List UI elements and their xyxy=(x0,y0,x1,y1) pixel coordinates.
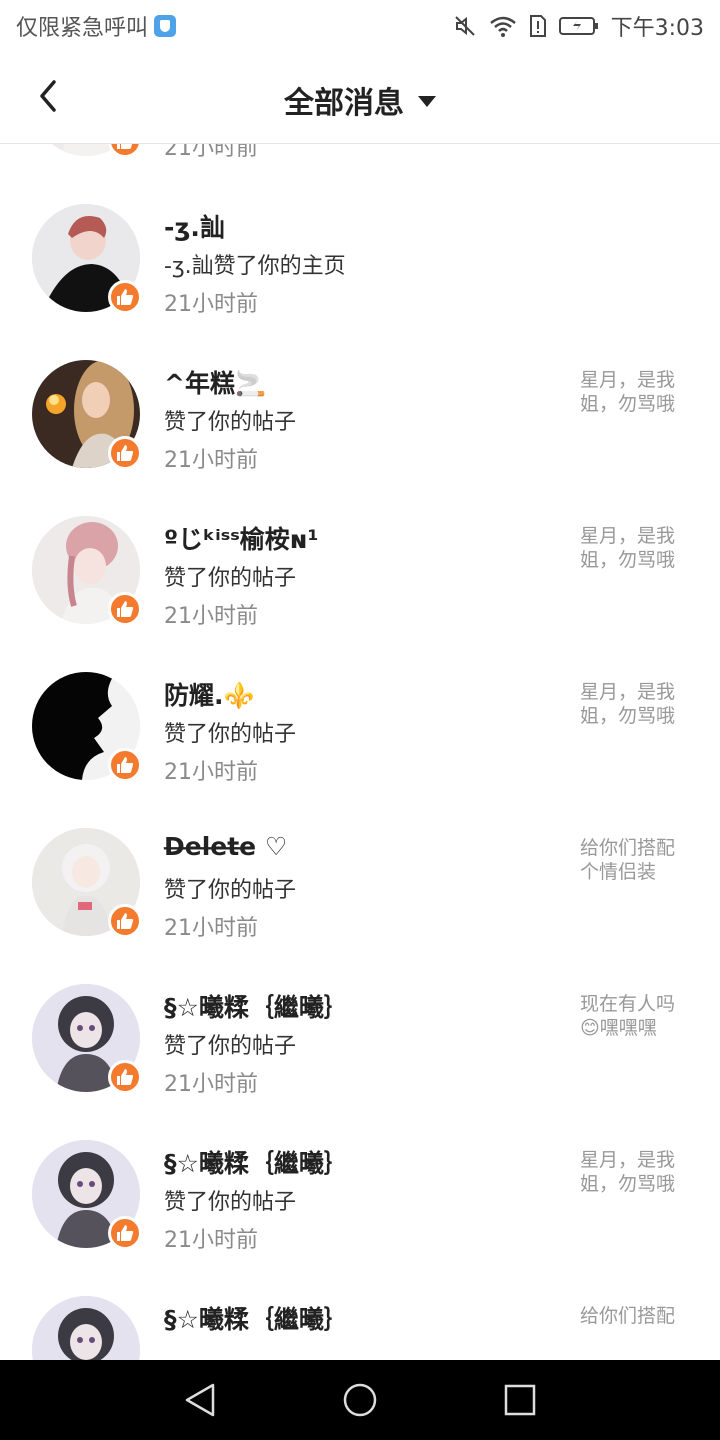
list-item[interactable]: 防耀.⚜️ 赞了你的帖子 21小时前 星月，是我姐，勿骂哦 xyxy=(0,648,720,804)
avatar-container[interactable] xyxy=(32,984,142,1094)
carrier-text: 仅限紧急呼叫 xyxy=(16,16,149,41)
nav-recent-button[interactable] xyxy=(500,1380,540,1420)
message-list[interactable]: 赞了你的帖子21小时前-ʒ.訕-ʒ.訕赞了你的主页21小时前^年糕🚬赞了你的帖子… xyxy=(0,144,720,1360)
battery-charging-icon xyxy=(558,17,598,35)
avatar-container[interactable] xyxy=(32,204,142,314)
shield-icon xyxy=(154,15,177,37)
avatar-container[interactable] xyxy=(32,144,142,158)
item-action: 赞了你的帖子 xyxy=(164,878,297,903)
clock: 下午3:03 xyxy=(610,16,704,41)
item-time: 21小时前 xyxy=(164,916,258,941)
system-nav-bar xyxy=(0,1360,720,1440)
wifi-icon xyxy=(489,16,516,37)
sim-alert-icon xyxy=(529,15,546,37)
like-badge xyxy=(108,748,142,782)
nav-back-button[interactable] xyxy=(180,1380,220,1420)
like-badge xyxy=(108,1060,142,1094)
mute-icon xyxy=(454,16,475,36)
item-action: -ʒ.訕赞了你的主页 xyxy=(164,254,346,279)
list-item[interactable]: -ʒ.訕 -ʒ.訕赞了你的主页 21小时前 xyxy=(0,180,720,336)
list-item[interactable]: §☆曦糅｛繼曦｝ 赞了你的帖子 21小时前 星月，是我姐，勿骂哦 xyxy=(0,1116,720,1272)
avatar xyxy=(32,1296,140,1360)
item-action: 赞了你的帖子 xyxy=(164,722,297,747)
status-bar: 仅限紧急呼叫 下午3:03 xyxy=(0,0,720,50)
list-item[interactable]: §☆曦糅｛繼曦｝ 赞了你的帖子 21小时前 现在有人吗😊嘿嘿嘿 xyxy=(0,960,720,1116)
post-preview[interactable]: 星月，是我姐，勿骂哦 xyxy=(580,368,690,416)
thumbs-up-icon xyxy=(117,144,133,149)
post-preview[interactable]: 星月，是我姐，勿骂哦 xyxy=(580,1148,690,1196)
list-item[interactable]: ºじᵏⁱˢˢ榆桉ɴ¹ 赞了你的帖子 21小时前 星月，是我姐，勿骂哦 xyxy=(0,492,720,648)
thumbs-up-icon xyxy=(117,913,134,929)
list-item[interactable]: §☆曦糅｛繼曦｝ 给你们搭配 xyxy=(0,1272,720,1360)
thumbs-up-icon xyxy=(117,757,134,773)
like-badge xyxy=(108,592,142,626)
avatar-container[interactable] xyxy=(32,672,142,782)
item-action: 赞了你的帖子 xyxy=(164,1190,297,1215)
list-item[interactable]: D̶e̶l̶e̶t̶e̶ ♡ 赞了你的帖子 21小时前 给你们搭配个情侣装 xyxy=(0,804,720,960)
item-name: §☆曦糅｛繼曦｝ xyxy=(164,993,349,1022)
status-left: 仅限紧急呼叫 xyxy=(16,10,177,42)
post-preview[interactable]: 给你们搭配 xyxy=(580,1304,690,1328)
item-time: 21小时前 xyxy=(164,144,258,161)
item-time: 21小时前 xyxy=(164,604,258,629)
item-time: 21小时前 xyxy=(164,448,258,473)
title-dropdown[interactable]: 全部消息 xyxy=(0,78,720,122)
avatar-container[interactable] xyxy=(32,360,142,470)
thumbs-up-icon xyxy=(117,1225,134,1241)
thumbs-up-icon xyxy=(117,445,134,461)
like-badge xyxy=(108,436,142,470)
like-badge xyxy=(108,904,142,938)
item-name: 防耀.⚜️ xyxy=(164,681,255,710)
post-preview[interactable]: 星月，是我姐，勿骂哦 xyxy=(580,524,690,572)
nav-home-button[interactable] xyxy=(340,1380,380,1420)
item-action: 赞了你的帖子 xyxy=(164,566,297,591)
thumbs-up-icon xyxy=(117,601,134,617)
avatar-container[interactable] xyxy=(32,1140,142,1250)
item-name: ^年糕🚬 xyxy=(164,369,267,398)
post-preview[interactable]: 给你们搭配个情侣装 xyxy=(580,836,690,884)
nav-recent-icon xyxy=(504,1384,536,1416)
list-item[interactable]: 赞了你的帖子21小时前 xyxy=(0,144,720,180)
item-time: 21小时前 xyxy=(164,760,258,785)
avatar-container[interactable] xyxy=(32,828,142,938)
girl-dark-hair-avatar xyxy=(32,1296,140,1360)
item-name: ºじᵏⁱˢˢ榆桉ɴ¹ xyxy=(164,525,319,554)
nav-back-icon xyxy=(185,1383,215,1417)
item-time: 21小时前 xyxy=(164,1228,258,1253)
like-badge xyxy=(108,280,142,314)
item-name: D̶e̶l̶e̶t̶e̶ ♡ xyxy=(164,832,288,861)
item-time: 21小时前 xyxy=(164,1072,258,1097)
item-action: 赞了你的帖子 xyxy=(164,1034,297,1059)
header: 全部消息 xyxy=(0,50,720,144)
message-list-inner: 赞了你的帖子21小时前-ʒ.訕-ʒ.訕赞了你的主页21小时前^年糕🚬赞了你的帖子… xyxy=(0,144,720,1360)
post-preview[interactable]: 星月，是我姐，勿骂哦 xyxy=(580,680,690,728)
item-action: 赞了你的帖子 xyxy=(164,410,297,435)
like-badge xyxy=(108,1216,142,1250)
item-name: §☆曦糅｛繼曦｝ xyxy=(164,1149,349,1178)
nav-home-icon xyxy=(343,1383,377,1417)
page-title: 全部消息 xyxy=(284,86,404,121)
item-name: -ʒ.訕 xyxy=(164,213,225,242)
like-badge xyxy=(108,144,142,158)
avatar-container[interactable] xyxy=(32,1296,140,1360)
list-item[interactable]: ^年糕🚬 赞了你的帖子 21小时前 星月，是我姐，勿骂哦 xyxy=(0,336,720,492)
post-preview[interactable]: 现在有人吗😊嘿嘿嘿 xyxy=(580,992,690,1040)
caret-down-icon xyxy=(418,95,436,107)
status-right: 下午3:03 xyxy=(453,10,704,42)
thumbs-up-icon xyxy=(117,1069,134,1085)
avatar-container[interactable] xyxy=(32,516,142,626)
item-time: 21小时前 xyxy=(164,292,258,317)
item-name: §☆曦糅｛繼曦｝ xyxy=(164,1305,349,1334)
thumbs-up-icon xyxy=(117,289,134,305)
